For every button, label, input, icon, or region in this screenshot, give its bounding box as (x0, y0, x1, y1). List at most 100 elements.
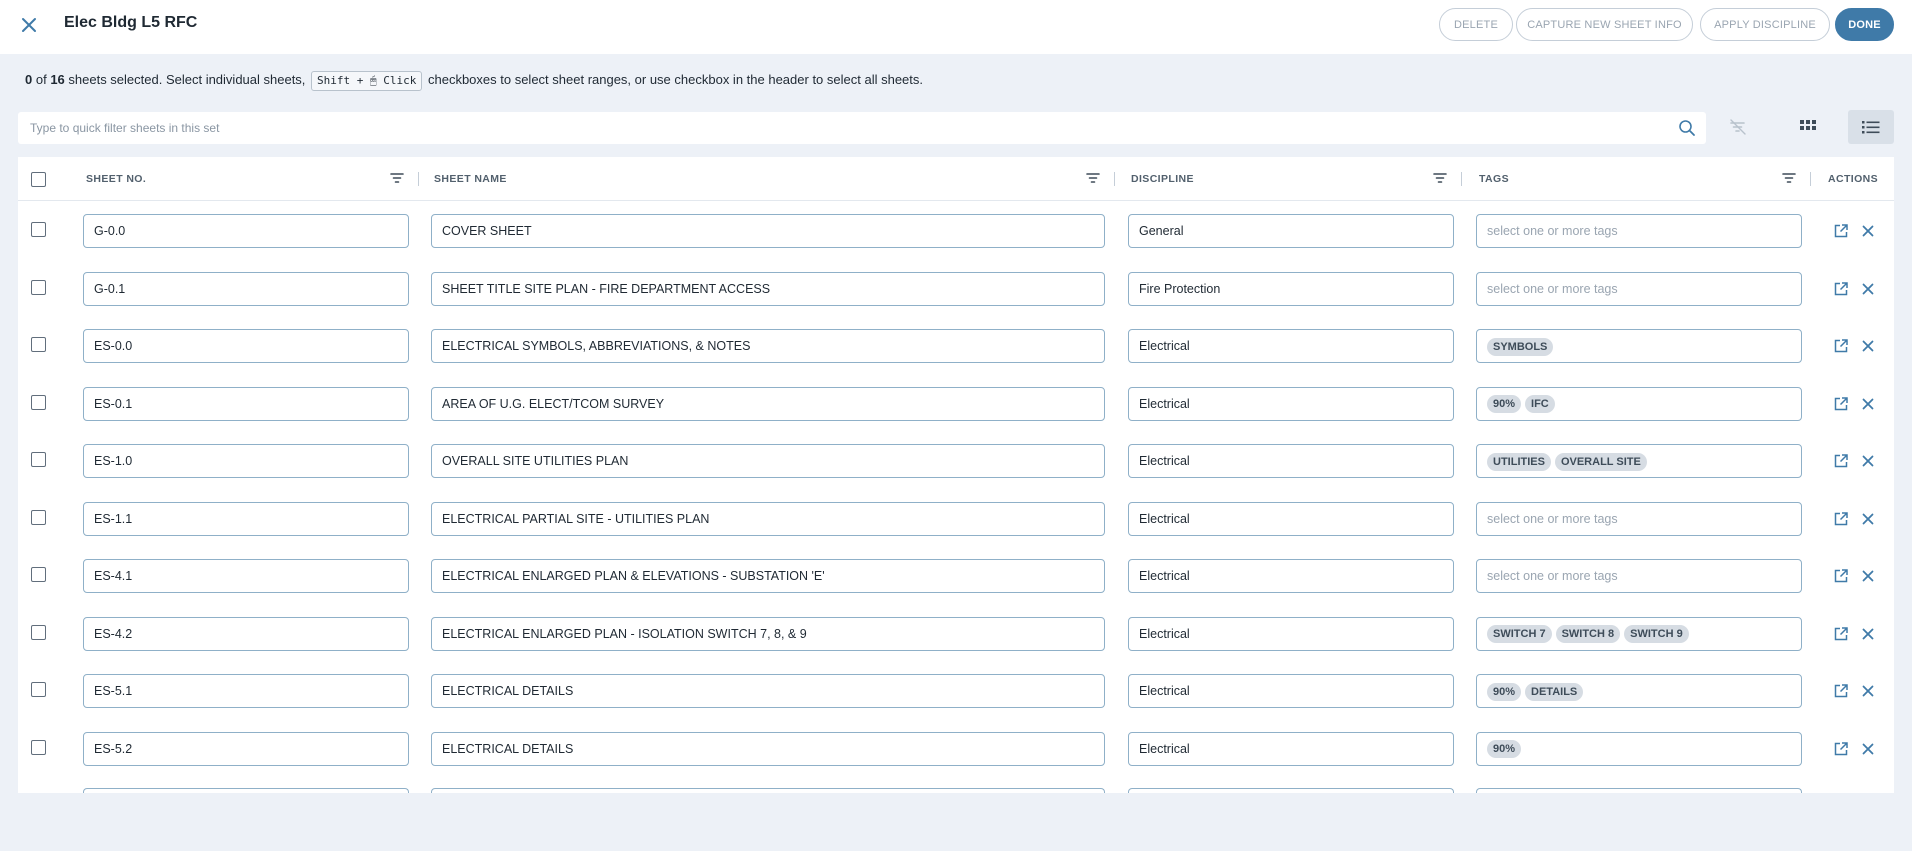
tag-chip[interactable]: SWITCH 7 (1487, 625, 1552, 644)
discipline-field[interactable]: Electrical (1128, 674, 1454, 708)
tags-field[interactable]: 90% IFC (1476, 386, 1802, 421)
sheet-name-field[interactable]: ELECTRICAL PARTIAL SITE - UTILITIES PLAN (431, 501, 1105, 536)
tag-chip[interactable]: SYMBOLS (1487, 337, 1554, 356)
tag-chip[interactable]: 90% (1487, 682, 1522, 701)
discipline-field[interactable]: Fire Protection (1128, 271, 1454, 306)
capture-new-sheet-info-button[interactable]: CAPTURE NEW SHEET INFO (1516, 8, 1693, 41)
open-external-icon[interactable] (1833, 338, 1849, 354)
sheet-name-field[interactable]: ELECTRICAL SYMBOLS, ABBREVIATIONS, & NOT… (431, 329, 1105, 363)
row-checkbox[interactable] (31, 739, 46, 755)
open-external-icon[interactable] (1833, 626, 1849, 642)
close-icon[interactable] (1860, 223, 1876, 239)
close-icon[interactable] (1860, 568, 1876, 584)
tag-chip[interactable]: SWITCH 8 (1555, 625, 1621, 644)
tags-field[interactable]: select one or more tags (1476, 214, 1802, 248)
sheet-name-field[interactable]: ELECTRICAL DETAILS (431, 731, 1105, 766)
sheet-name-field[interactable]: AREA OF U.G. ELECT/TCOM SURVEY (431, 386, 1105, 421)
tags-field[interactable]: SWITCH 7 SWITCH 8 SWITCH 9 (1476, 616, 1802, 651)
row-checkbox[interactable] (31, 682, 46, 697)
row-checkbox[interactable] (31, 567, 46, 582)
search-icon[interactable] (1678, 119, 1696, 137)
row-checkbox[interactable] (31, 509, 46, 525)
close-icon[interactable] (1860, 453, 1876, 469)
sheet-no-field[interactable]: G-0.1 (83, 271, 409, 306)
column-header-sheet-name[interactable]: SHEET NAME (434, 173, 507, 185)
tag-chip[interactable]: SWITCH 9 (1624, 625, 1689, 644)
open-external-icon[interactable] (1833, 281, 1849, 297)
close-icon[interactable] (1860, 396, 1876, 412)
done-button[interactable]: DONE (1835, 8, 1894, 41)
close-icon[interactable] (1860, 741, 1876, 757)
open-external-icon[interactable] (1833, 511, 1849, 527)
tag-chip[interactable]: IFC (1525, 395, 1555, 414)
discipline-field[interactable]: Electrical (1128, 329, 1454, 363)
sheet-name-field[interactable]: SHEET TITLE SITE PLAN - FIRE DEPARTMENT … (431, 271, 1105, 306)
sheet-no-field[interactable]: ES-1.0 (83, 444, 409, 478)
sheet-no-field[interactable]: ES-4.1 (83, 559, 409, 593)
filter-icon[interactable] (1782, 171, 1796, 185)
apply-discipline-button[interactable]: APPLY DISCIPLINE (1700, 8, 1830, 41)
tag-chip[interactable]: OVERALL SITE (1554, 452, 1647, 471)
sheet-no-field[interactable]: G-0.0 (83, 214, 409, 248)
delete-button[interactable]: DELETE (1439, 8, 1513, 41)
row-checkbox[interactable] (31, 337, 46, 352)
quick-filter-input[interactable] (18, 112, 1618, 144)
row-checkbox[interactable] (31, 222, 46, 237)
tags-field[interactable]: 90% (1476, 731, 1802, 766)
open-external-icon[interactable] (1833, 741, 1849, 757)
discipline-field[interactable]: Electrical (1128, 444, 1454, 478)
discipline-field[interactable]: Electrical (1128, 386, 1454, 421)
open-external-icon[interactable] (1833, 223, 1849, 239)
filter-icon[interactable] (390, 171, 404, 185)
close-icon[interactable] (1860, 511, 1876, 527)
tags-field[interactable]: SYMBOLS (1476, 329, 1802, 363)
tags-field[interactable]: UTILITIES OVERALL SITE (1476, 444, 1802, 478)
sheet-name-field[interactable]: ELECTRICAL ENLARGED PLAN & ELEVATIONS - … (431, 559, 1105, 593)
close-icon[interactable] (1860, 626, 1876, 642)
tag-chip[interactable]: 90% (1487, 395, 1522, 414)
discipline-field[interactable]: Electrical (1128, 616, 1454, 651)
open-external-icon[interactable] (1833, 396, 1849, 412)
sheet-no-field[interactable]: ES-1.1 (83, 501, 409, 536)
list-view-button[interactable] (1848, 110, 1894, 144)
row-checkbox[interactable] (31, 452, 46, 467)
close-icon[interactable] (1860, 683, 1876, 699)
sheet-name-field[interactable]: ELECTRICAL DETAILS (431, 674, 1105, 708)
tags-field[interactable]: select one or more tags (1476, 501, 1802, 536)
grid-view-button[interactable] (1790, 110, 1826, 144)
sheet-no-field[interactable]: ES-0.0 (83, 329, 409, 363)
open-external-icon[interactable] (1833, 683, 1849, 699)
column-header-discipline[interactable]: DISCIPLINE (1131, 173, 1194, 185)
discipline-field[interactable]: Electrical (1128, 501, 1454, 536)
select-all-checkbox[interactable] (31, 172, 46, 187)
filter-icon[interactable] (1433, 171, 1447, 185)
filter-icon[interactable] (1086, 171, 1100, 185)
column-header-sheet-no[interactable]: SHEET NO. (86, 173, 146, 185)
tag-chip[interactable]: DETAILS (1525, 682, 1584, 701)
sheet-no-field[interactable]: ES-4.2 (83, 616, 409, 651)
row-checkbox[interactable] (31, 394, 46, 410)
discipline-field[interactable]: Electrical (1128, 731, 1454, 766)
tags-field[interactable]: select one or more tags (1476, 271, 1802, 306)
close-icon[interactable] (1860, 281, 1876, 297)
discipline-field[interactable]: Electrical (1128, 559, 1454, 593)
close-icon[interactable] (20, 16, 38, 34)
tag-chip[interactable]: 90% (1487, 740, 1522, 759)
tag-chip[interactable]: UTILITIES (1487, 452, 1551, 471)
discipline-field[interactable]: General (1128, 214, 1454, 248)
column-header-tags[interactable]: TAGS (1479, 173, 1509, 185)
sheet-name-field[interactable]: ELECTRICAL ENLARGED PLAN - ISOLATION SWI… (431, 616, 1105, 651)
sheet-name-field[interactable]: OVERALL SITE UTILITIES PLAN (431, 444, 1105, 478)
row-checkbox[interactable] (31, 279, 46, 295)
sheet-no-field[interactable]: ES-0.1 (83, 386, 409, 421)
row-checkbox[interactable] (31, 624, 46, 640)
sheet-no-field[interactable]: ES-5.2 (83, 731, 409, 766)
tags-field[interactable]: 90% DETAILS (1476, 674, 1802, 708)
open-external-icon[interactable] (1833, 453, 1849, 469)
sheet-name-field[interactable]: COVER SHEET (431, 214, 1105, 248)
tags-field[interactable]: select one or more tags (1476, 559, 1802, 593)
close-icon[interactable] (1860, 338, 1876, 354)
sheet-no-field[interactable]: ES-5.1 (83, 674, 409, 708)
clear-filter-button[interactable] (1720, 110, 1756, 144)
open-external-icon[interactable] (1833, 568, 1849, 584)
